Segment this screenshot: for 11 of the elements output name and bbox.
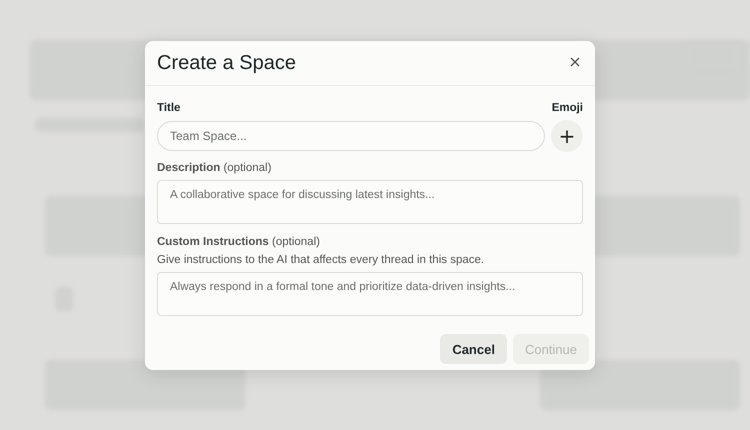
field-label: Custom Instructions (optional) xyxy=(157,236,321,248)
text-area-field[interactable]: Always respond in a formal tone and prioritize data-driven insights... xyxy=(157,272,583,316)
title-input-field[interactable]: Team Space... xyxy=(157,121,545,151)
emoji-label: Emoji xyxy=(552,102,583,114)
field-label: Title xyxy=(157,102,180,114)
dialog-title: Create a Space xyxy=(157,52,296,75)
field-label: Description (optional) xyxy=(157,162,272,174)
help-text: Give instructions to the AI that affects every thread in this space. xyxy=(157,254,486,266)
cancel-button[interactable]: Cancel xyxy=(440,334,507,364)
add-emoji-button[interactable]: + xyxy=(551,120,583,152)
text-area-field[interactable]: A collaborative space for discussing latest insights... xyxy=(157,180,583,224)
